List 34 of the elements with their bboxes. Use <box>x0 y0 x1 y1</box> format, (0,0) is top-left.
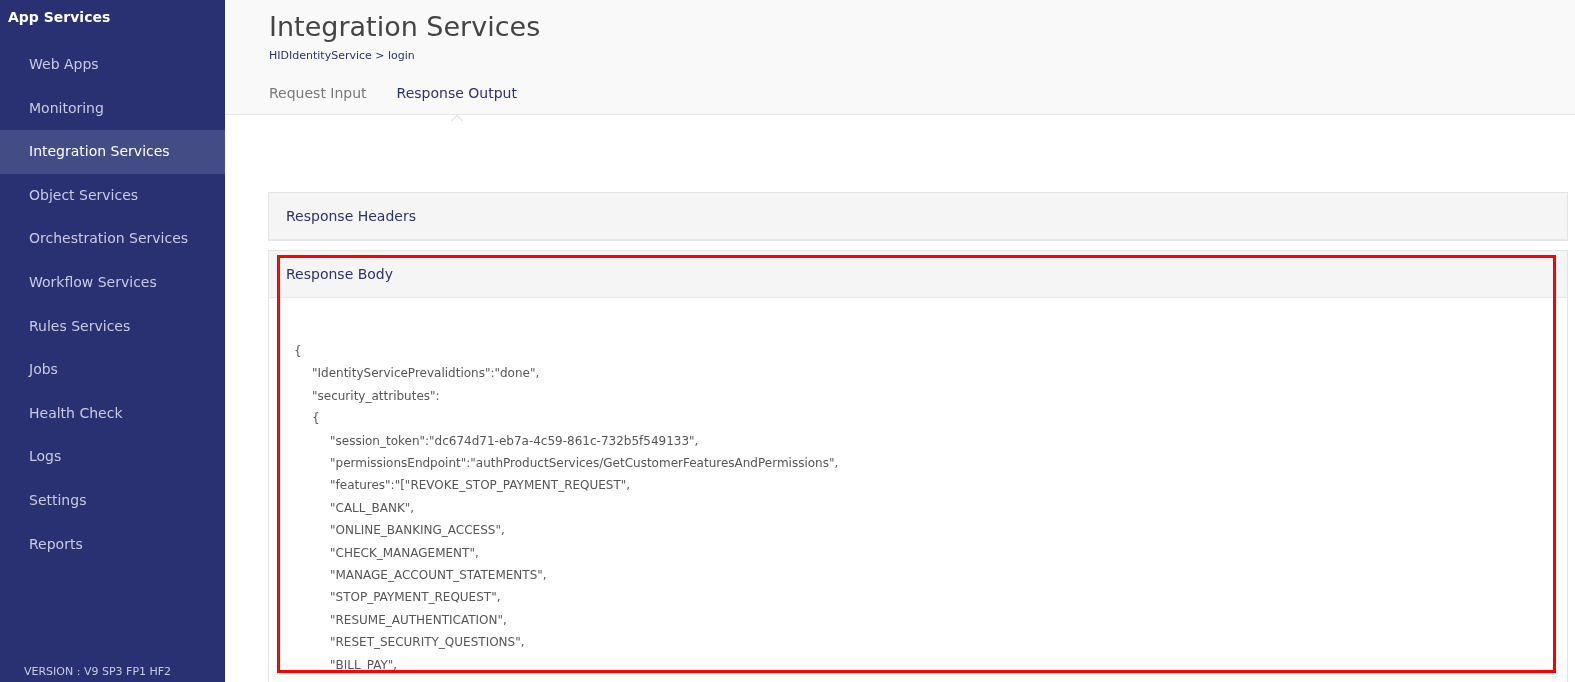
sidebar-item[interactable]: Rules Services <box>0 304 225 349</box>
sidebar-item[interactable]: Workflow Services <box>0 260 225 305</box>
sidebar-item[interactable]: Reports <box>0 522 225 567</box>
code-line: "CHECK_MANAGEMENT", <box>329 544 480 562</box>
code-line: "RESUME_AUTHENTICATION", <box>329 611 508 629</box>
code-line: { <box>311 410 321 428</box>
sidebar-item[interactable]: Health Check <box>0 391 225 436</box>
code-line: "ONLINE_BANKING_ACCESS", <box>329 522 506 540</box>
code-line: "features":"["REVOKE_STOP_PAYMENT_REQUEST", <box>329 477 632 495</box>
tab[interactable]: Request Input <box>269 85 367 121</box>
code-line: "security_attributes": <box>311 387 441 405</box>
sidebar-item[interactable]: Jobs <box>0 348 225 392</box>
panel-header[interactable]: Response Headers <box>269 193 1567 240</box>
page-title: Integration Services <box>269 10 542 44</box>
code-line: "permissionsEndpoint":"authProductServices/GetCustomerFeaturesAndPermissions", <box>329 455 840 473</box>
code-line: "BILL_PAY", <box>329 656 399 674</box>
panel-header[interactable]: Response Body <box>269 251 1567 298</box>
code-line: "RESET_SECURITY_QUESTIONS", <box>329 634 526 652</box>
sidebar-item[interactable]: Orchestration Services <box>0 217 225 261</box>
sidebar-item[interactable]: Settings <box>0 478 225 523</box>
sidebar-item[interactable]: Object Services <box>0 173 225 218</box>
code-line: "MANAGE_ACCOUNT_STATEMENTS", <box>329 567 548 585</box>
sidebar-item[interactable]: Monitoring <box>0 86 225 131</box>
sidebar-item[interactable]: Integration Services <box>0 130 225 174</box>
sidebar-item[interactable]: Web Apps <box>0 43 225 87</box>
breadcrumb[interactable]: HIDIdentityService > login <box>269 49 415 62</box>
code-line: "STOP_PAYMENT_REQUEST", <box>329 589 502 607</box>
code-line: "session_token":"dc674d71-eb7a-4c59-861c-732b5f549133", <box>329 432 700 450</box>
sidebar-item[interactable]: Logs <box>0 435 225 479</box>
code-line: "IdentityServicePrevalidtions":"done", <box>311 365 541 383</box>
code-line: { <box>294 343 303 360</box>
version-text: VERSION : V9 SP3 FP1 HF2 <box>23 664 173 680</box>
sidebar-title: App Services <box>7 8 112 27</box>
code-line: "CALL_BANK", <box>329 499 416 517</box>
